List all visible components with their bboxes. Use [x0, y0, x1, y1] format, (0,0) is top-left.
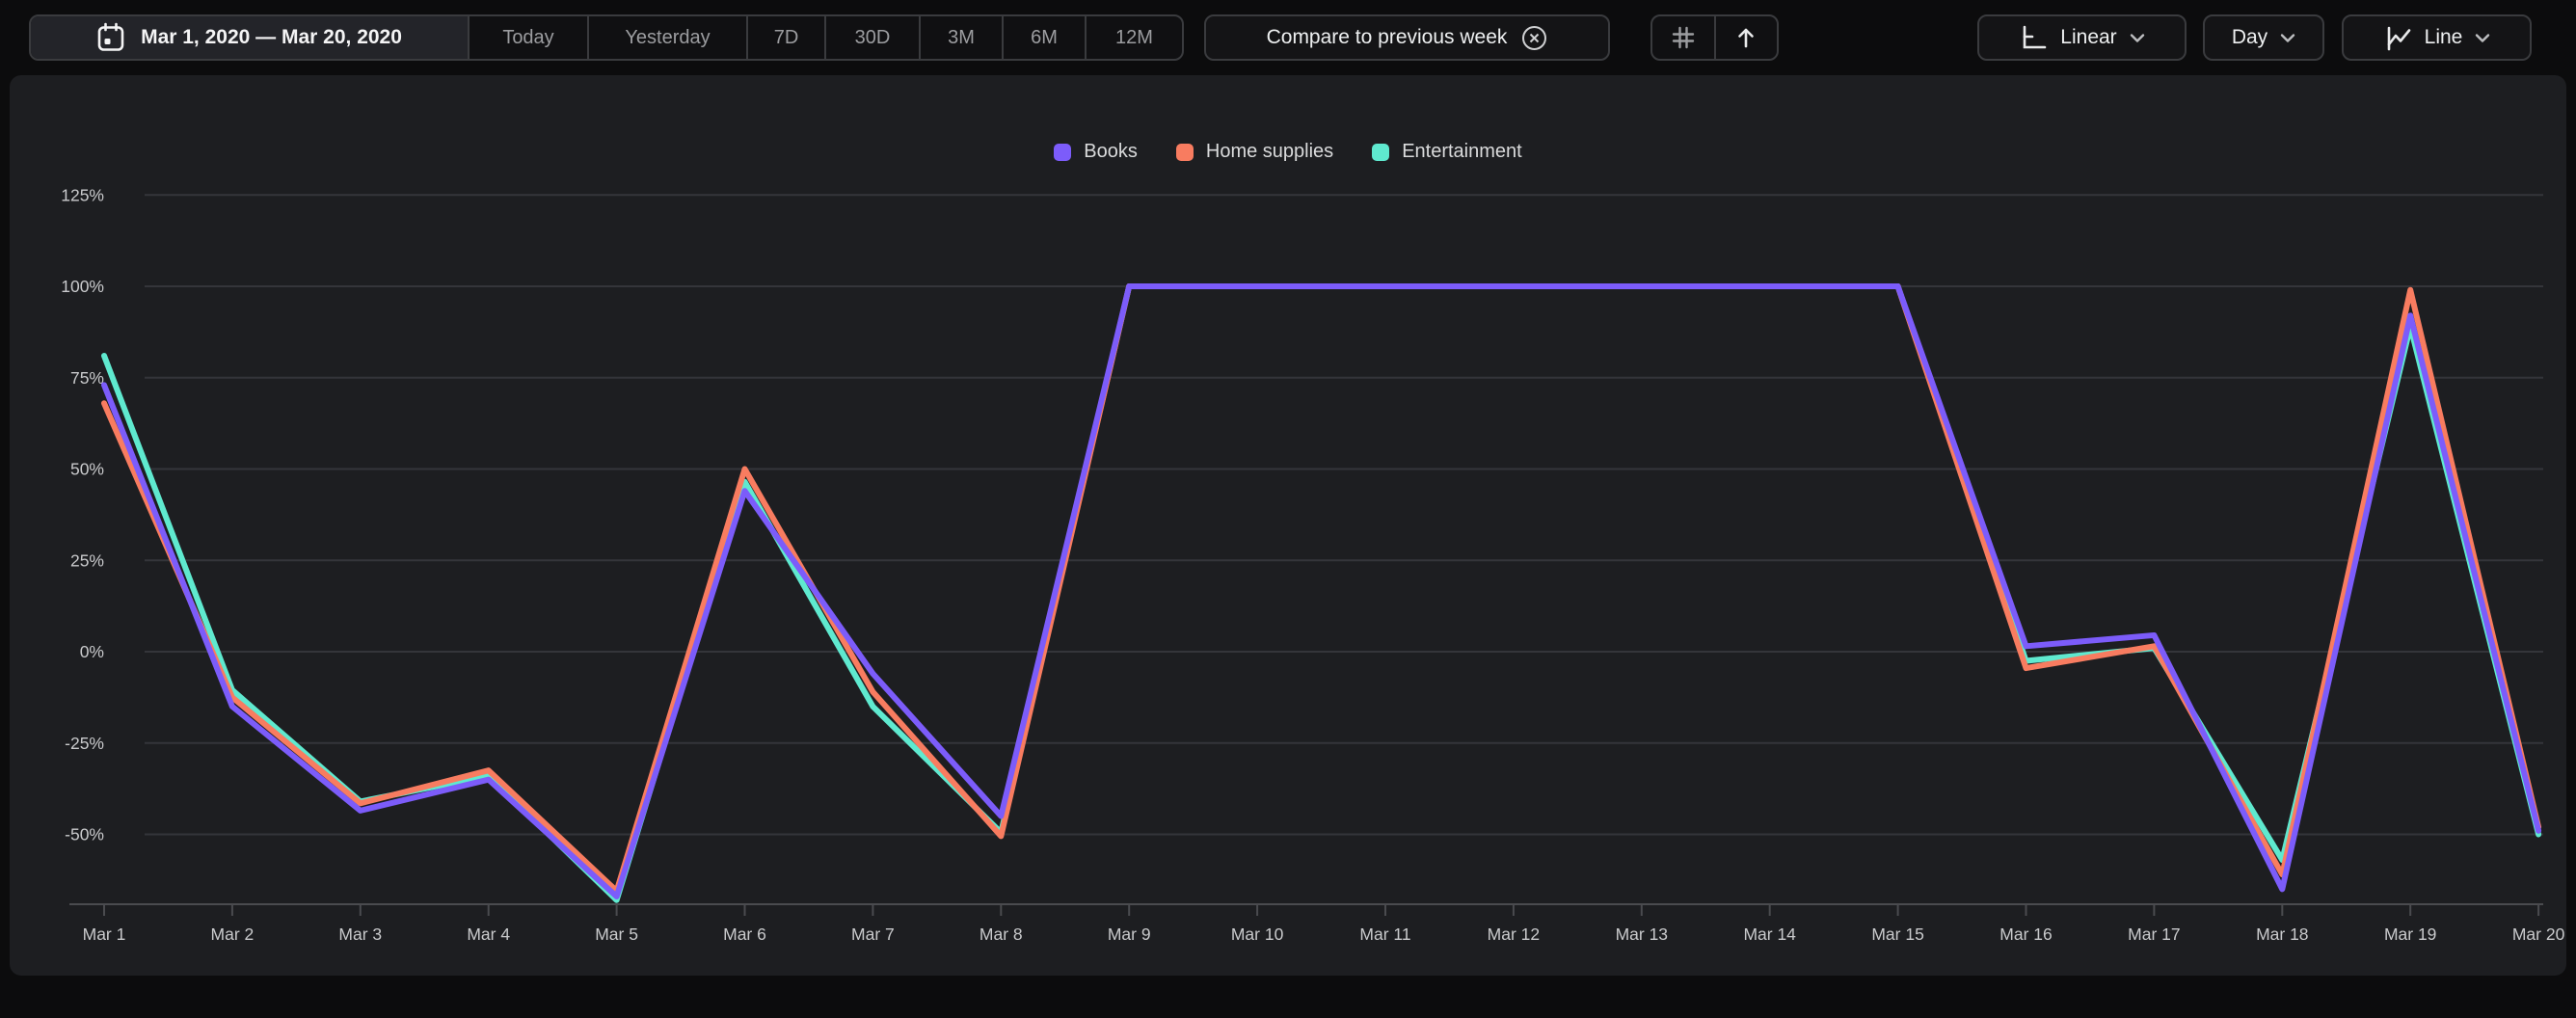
date-range-button[interactable]: Mar 1, 2020 — Mar 20, 2020 [31, 16, 470, 59]
preset-6m-button[interactable]: 6M [1004, 16, 1087, 59]
preset-30d-button[interactable]: 30D [826, 16, 921, 59]
preset-7d-button[interactable]: 7D [748, 16, 826, 59]
legend-swatch-books [1054, 144, 1071, 161]
analytics-dashboard: { "toolbar": { "date_range": "Mar 1, 202… [0, 0, 2576, 1018]
compare-label: Compare to previous week [1267, 26, 1508, 49]
sort-direction-button[interactable] [1716, 16, 1778, 59]
preset-3m-button[interactable]: 3M [921, 16, 1004, 59]
legend-swatch-entertainment [1372, 144, 1389, 161]
legend-label: Books [1084, 141, 1138, 163]
chart-card: Books Home supplies Entertainment [10, 75, 2566, 976]
chart-type-label: Line [2425, 26, 2463, 49]
circle-x-icon[interactable] [1521, 25, 1547, 51]
preset-today-button[interactable]: Today [470, 16, 589, 59]
granularity-dropdown[interactable]: Day [2203, 14, 2324, 61]
calendar-icon [96, 22, 125, 53]
axis-icon [2019, 23, 2048, 52]
grid-icon [1671, 25, 1696, 50]
chart-legend: Books Home supplies Entertainment [10, 141, 2566, 163]
line-chart-icon [2383, 23, 2412, 52]
legend-item-home-supplies[interactable]: Home supplies [1176, 141, 1333, 163]
preset-12m-button[interactable]: 12M [1087, 16, 1182, 59]
legend-swatch-home-supplies [1176, 144, 1194, 161]
granularity-label: Day [2232, 26, 2267, 49]
date-range-label: Mar 1, 2020 — Mar 20, 2020 [141, 26, 402, 49]
legend-item-entertainment[interactable]: Entertainment [1372, 141, 1522, 163]
legend-item-books[interactable]: Books [1054, 141, 1138, 163]
chart-type-dropdown[interactable]: Line [2342, 14, 2532, 61]
arrow-up-icon [1733, 25, 1758, 50]
preset-yesterday-button[interactable]: Yesterday [589, 16, 748, 59]
scale-label: Linear [2060, 26, 2116, 49]
chevron-down-icon [2475, 33, 2490, 43]
legend-label: Home supplies [1206, 141, 1333, 163]
toolbar: Mar 1, 2020 — Mar 20, 2020 Today Yesterd… [0, 0, 2576, 75]
date-range-control: Mar 1, 2020 — Mar 20, 2020 Today Yesterd… [29, 14, 1184, 61]
scale-dropdown[interactable]: Linear [1977, 14, 2187, 61]
grid-toggle-button[interactable] [1652, 16, 1716, 59]
chevron-down-icon [2130, 33, 2145, 43]
compare-to-previous-week-button[interactable]: Compare to previous week [1204, 14, 1610, 61]
chart-options-group [1650, 14, 1779, 61]
chevron-down-icon [2280, 33, 2295, 43]
legend-label: Entertainment [1402, 141, 1522, 163]
